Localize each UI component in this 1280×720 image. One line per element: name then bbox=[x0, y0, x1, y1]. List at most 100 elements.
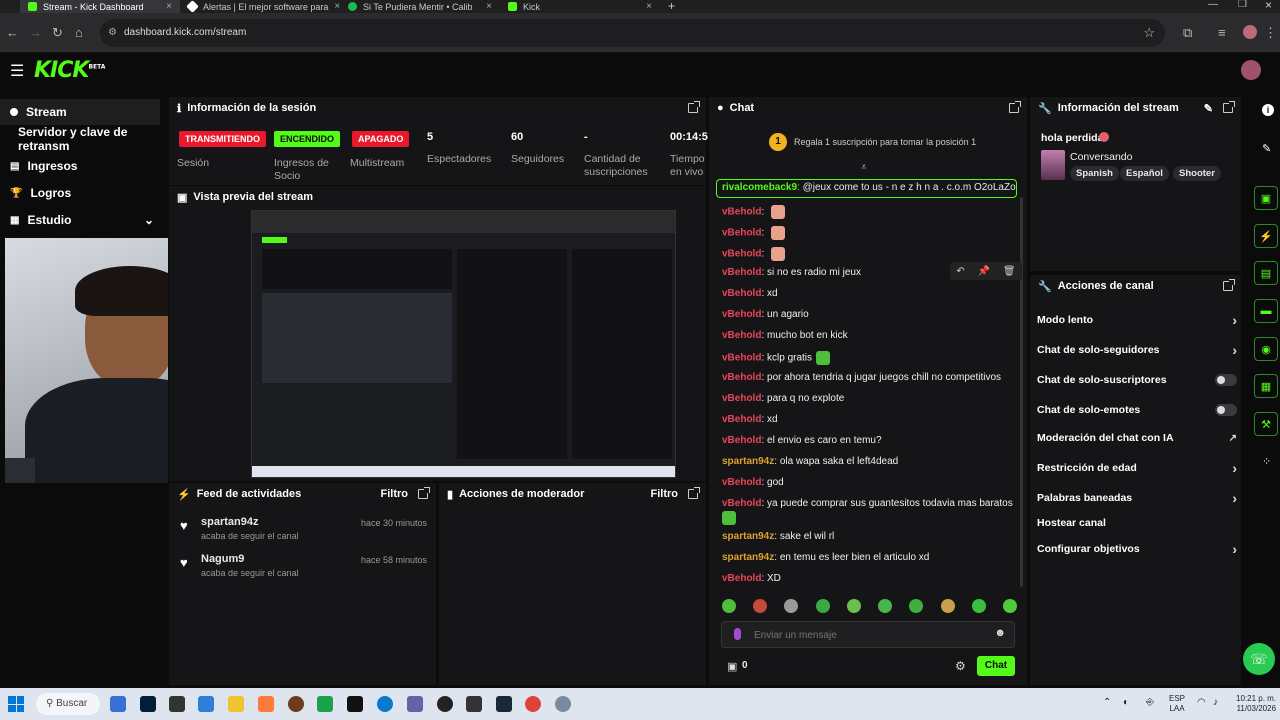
chat-message[interactable]: vBehold: ya puede comprar sus guantesito… bbox=[722, 498, 1013, 509]
popout-icon[interactable] bbox=[1223, 101, 1235, 113]
clock[interactable]: 10:21 p. m. 11/03/2026 bbox=[1236, 694, 1276, 714]
wifi-icon[interactable]: ◠ bbox=[1197, 697, 1206, 708]
feed-user[interactable]: Nagum9 bbox=[201, 553, 244, 565]
toggle-switch[interactable] bbox=[1215, 374, 1237, 386]
rail-chat-button[interactable]: ▬ bbox=[1254, 299, 1278, 323]
reload-icon[interactable]: ↻ bbox=[52, 25, 63, 41]
chat-username[interactable]: vBehold bbox=[722, 393, 761, 404]
chat-username[interactable]: spartan94z bbox=[722, 456, 774, 467]
info-circle-icon[interactable]: i bbox=[1262, 104, 1274, 116]
store-icon[interactable]: ▣ bbox=[727, 660, 737, 673]
popout-icon[interactable] bbox=[688, 101, 700, 113]
chat-username[interactable]: vBehold bbox=[722, 573, 761, 584]
chevron-right-icon[interactable]: › bbox=[1232, 342, 1237, 358]
chat-message[interactable]: vBehold: kclp gratis bbox=[722, 351, 831, 365]
close-icon[interactable]: × bbox=[486, 1, 492, 12]
url-field[interactable]: ⚙ dashboard.kick.com/stream ☆ bbox=[100, 19, 1165, 47]
external-link-icon[interactable]: ↗ bbox=[1229, 433, 1237, 444]
chat-message[interactable]: vBehold: el envio es caro en temu? bbox=[722, 435, 882, 446]
rail-broadcast-button[interactable]: ◉ bbox=[1254, 337, 1278, 361]
filter-button[interactable]: Filtro bbox=[651, 488, 679, 500]
emote-icon[interactable] bbox=[753, 599, 768, 613]
settings-icon[interactable] bbox=[555, 696, 571, 712]
toggle-switch[interactable] bbox=[1215, 404, 1237, 416]
tab-kick[interactable]: Kick × bbox=[500, 0, 660, 13]
chat-message[interactable]: vBehold: bbox=[722, 205, 786, 219]
media-icon[interactable]: ≡ bbox=[1218, 25, 1226, 40]
chat-username[interactable]: vBehold bbox=[722, 372, 761, 383]
edge-icon[interactable] bbox=[377, 696, 393, 712]
windows-start-icon[interactable] bbox=[8, 696, 24, 712]
channel-action-item[interactable]: Configurar objetivos › bbox=[1037, 539, 1237, 559]
chat-username[interactable]: spartan94z bbox=[722, 531, 774, 542]
channel-action-item[interactable]: Chat de solo-seguidores › bbox=[1037, 340, 1237, 360]
chat-input-box[interactable]: ☻ bbox=[721, 621, 1015, 648]
chat-message[interactable]: spartan94z: ola wapa saka el left4dead bbox=[722, 456, 898, 467]
chat-scrollbar[interactable] bbox=[1020, 197, 1023, 587]
rail-video-button[interactable]: ▣ bbox=[1254, 186, 1278, 210]
taskbar-search[interactable]: ⚲ Buscar bbox=[36, 693, 100, 715]
sidebar-item-logros[interactable]: 🏆 Logros bbox=[0, 180, 160, 206]
sidebar-item-stream[interactable]: Stream bbox=[0, 99, 160, 125]
chat-message[interactable]: vBehold: un agario bbox=[722, 309, 809, 320]
more-icon[interactable]: ⁘ bbox=[1262, 455, 1271, 468]
feed-user[interactable]: spartan94z bbox=[201, 516, 258, 528]
emote-icon[interactable] bbox=[846, 599, 861, 613]
send-chat-button[interactable]: Chat bbox=[977, 656, 1015, 676]
forward-icon[interactable]: → bbox=[29, 25, 42, 40]
profile-avatar[interactable] bbox=[1243, 25, 1257, 39]
chat-username[interactable]: rivalcomeback9 bbox=[722, 182, 797, 193]
extensions-icon[interactable]: ⧉ bbox=[1183, 25, 1192, 41]
channel-action-item[interactable]: Moderación del chat con IA ↗ bbox=[1037, 428, 1237, 448]
tray-usb-icon[interactable]: ⎆ bbox=[1146, 697, 1154, 708]
emote-icon[interactable] bbox=[878, 599, 893, 613]
popout-icon[interactable] bbox=[688, 487, 700, 499]
chat-message[interactable]: spartan94z: en temu es leer bien el arti… bbox=[722, 552, 929, 563]
tray-chevron-icon[interactable]: ⌃ bbox=[1103, 697, 1111, 708]
channel-action-item[interactable]: Restricción de edad › bbox=[1037, 458, 1237, 478]
popout-icon[interactable] bbox=[1223, 279, 1235, 291]
channel-action-item[interactable]: Chat de solo-emotes bbox=[1037, 400, 1237, 420]
steam-icon[interactable] bbox=[496, 696, 512, 712]
chat-username[interactable]: vBehold bbox=[722, 207, 761, 218]
reply-icon[interactable]: ↶ bbox=[956, 266, 964, 277]
chat-message[interactable]: vBehold: si no es radio mi jeux bbox=[722, 267, 861, 278]
support-chat-icon[interactable]: ☏ bbox=[1243, 643, 1275, 675]
app-icon[interactable] bbox=[407, 696, 423, 712]
collapse-arrow-icon[interactable]: ⩡ bbox=[861, 162, 867, 173]
emote-icon[interactable] bbox=[909, 599, 924, 613]
back-icon[interactable]: ← bbox=[6, 25, 19, 40]
emote-icon[interactable] bbox=[940, 599, 955, 613]
app-icon[interactable] bbox=[110, 696, 126, 712]
rail-bolt-button[interactable]: ⚡ bbox=[1254, 224, 1278, 248]
sidebar-item-estudio[interactable]: ▦ Estudio ⌄ bbox=[0, 207, 160, 233]
tray-app-icon[interactable]: ◐ bbox=[1123, 697, 1129, 708]
chat-message[interactable]: vBehold: xd bbox=[722, 288, 778, 299]
minimize-icon[interactable]: — bbox=[1208, 0, 1218, 10]
chat-username[interactable]: vBehold bbox=[722, 498, 761, 509]
app-icon[interactable] bbox=[288, 696, 304, 712]
edit-pencil-icon[interactable]: ✎ bbox=[1204, 102, 1213, 115]
user-avatar[interactable] bbox=[1241, 60, 1261, 80]
chevron-right-icon[interactable]: › bbox=[1232, 312, 1237, 328]
chat-username[interactable]: vBehold bbox=[722, 435, 761, 446]
chat-settings-icon[interactable]: ⚙ bbox=[955, 659, 966, 673]
chat-username[interactable]: vBehold bbox=[722, 477, 761, 488]
chat-username[interactable]: vBehold bbox=[722, 288, 761, 299]
chat-message[interactable]: vBehold: XD bbox=[722, 573, 781, 584]
browser-menu-icon[interactable]: ⋮ bbox=[1264, 25, 1277, 41]
new-tab-button[interactable]: + bbox=[668, 0, 675, 13]
language-indicator[interactable]: ESP LAA bbox=[1169, 694, 1185, 714]
chat-username[interactable]: spartan94z bbox=[722, 552, 774, 563]
gift-sub-promo[interactable]: Regala 1 suscripción para tomar la posic… bbox=[794, 137, 976, 147]
tab-stream-dashboard[interactable]: Stream - Kick Dashboard × bbox=[20, 0, 180, 13]
pinned-message[interactable]: rivalcomeback9: @jeux come to us - n e z… bbox=[716, 179, 1017, 198]
chat-username[interactable]: vBehold bbox=[722, 330, 761, 341]
emote-icon[interactable] bbox=[722, 599, 736, 613]
category-thumbnail[interactable] bbox=[1041, 150, 1065, 180]
trash-icon[interactable]: 🗑 bbox=[1003, 266, 1016, 277]
chat-username[interactable]: vBehold bbox=[722, 267, 761, 278]
volume-icon[interactable]: ♪ bbox=[1213, 697, 1218, 708]
app-icon[interactable] bbox=[347, 696, 363, 712]
stream-category[interactable]: Conversando bbox=[1070, 151, 1132, 163]
